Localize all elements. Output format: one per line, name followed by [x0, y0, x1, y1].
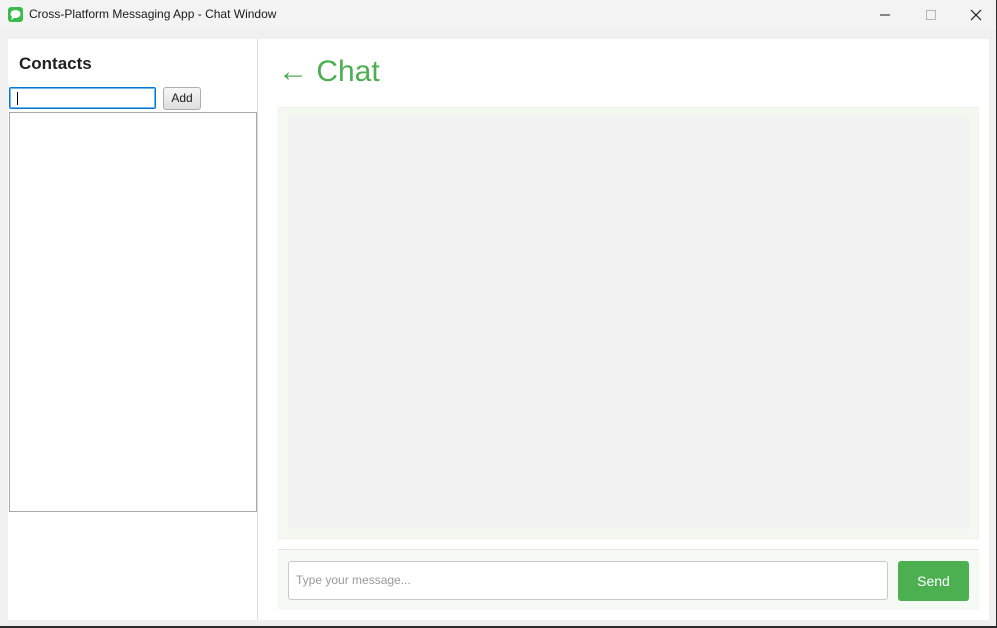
app-window: Cross-Platform Messaging App - Chat Wind… [0, 0, 997, 628]
maximize-icon [926, 10, 936, 20]
minimize-button[interactable] [862, 0, 908, 30]
message-input-bar: Type your message... Send [278, 549, 979, 610]
minimize-icon [880, 14, 890, 16]
messages-frame [278, 107, 979, 539]
contacts-sidebar: Contacts Add [8, 39, 258, 620]
window-title: Cross-Platform Messaging App - Chat Wind… [29, 7, 277, 21]
close-icon [970, 9, 982, 21]
contacts-list[interactable] [9, 112, 257, 512]
chat-header-back-link[interactable]: ← Chat [278, 55, 380, 89]
chat-bubble-icon [8, 7, 23, 22]
contacts-title: Contacts [19, 54, 92, 73]
text-caret [17, 92, 18, 105]
add-contact-button[interactable]: Add [163, 87, 201, 110]
contact-name-input[interactable] [9, 87, 156, 109]
chat-panel: ← Chat Type your message... Send [278, 39, 989, 620]
message-input[interactable]: Type your message... [288, 561, 888, 600]
message-input-placeholder: Type your message... [296, 573, 411, 587]
title-bar[interactable]: Cross-Platform Messaging App - Chat Wind… [0, 0, 996, 30]
send-button[interactable]: Send [898, 561, 969, 601]
close-button[interactable] [953, 0, 997, 30]
client-area: Contacts Add ← Chat Type your message...… [8, 39, 989, 620]
messages-area[interactable] [288, 117, 970, 529]
maximize-button[interactable] [908, 0, 954, 30]
